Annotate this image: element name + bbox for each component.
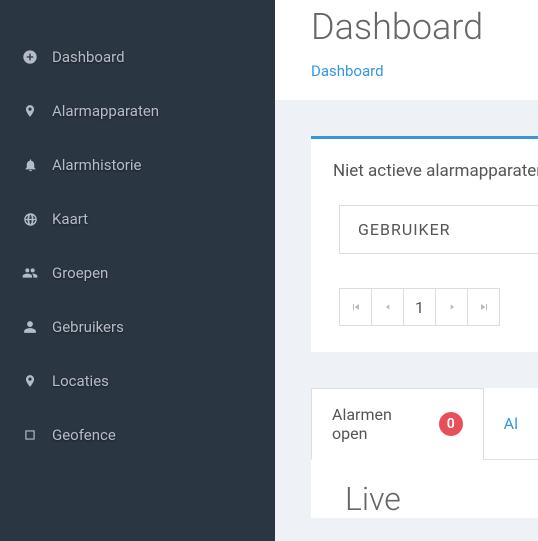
tab-label: Al (504, 414, 518, 433)
dashboard-icon (18, 49, 42, 65)
sidebar-item-alarmapparaten[interactable]: Alarmapparaten (0, 84, 275, 138)
sidebar-item-label: Dashboard (52, 48, 125, 66)
tab-content-heading: Live (311, 460, 538, 518)
sidebar: Dashboard Alarmapparaten Alarmhistorie K… (0, 0, 275, 541)
tab-secondary[interactable]: Al (484, 388, 538, 459)
sidebar-item-alarmhistorie[interactable]: Alarmhistorie (0, 138, 275, 192)
sidebar-item-label: Groepen (52, 264, 108, 282)
badge-count: 0 (439, 412, 463, 436)
sidebar-item-kaart[interactable]: Kaart (0, 192, 275, 246)
inactive-devices-card: Niet actieve alarmapparaten GEBRUIKER 1 (311, 136, 538, 352)
sidebar-item-label: Gebruikers (52, 318, 124, 336)
sidebar-item-gebruikers[interactable]: Gebruikers (0, 300, 275, 354)
sidebar-item-locaties[interactable]: Locaties (0, 354, 275, 408)
page-last-button[interactable] (467, 288, 500, 326)
alarms-card: Alarmen open 0 Al Live (311, 388, 538, 518)
pagination: 1 (339, 288, 538, 326)
tabs: Alarmen open 0 Al (311, 388, 538, 460)
card-title: Niet actieve alarmapparaten (311, 159, 538, 205)
page-title: Dashboard (311, 0, 538, 48)
page-prev-button[interactable] (371, 288, 404, 326)
sidebar-item-label: Kaart (52, 210, 88, 228)
page-next-button[interactable] (435, 288, 468, 326)
bell-icon (18, 157, 42, 173)
tab-alarmen-open[interactable]: Alarmen open 0 (311, 388, 484, 460)
sidebar-item-label: Alarmhistorie (52, 156, 141, 174)
tab-label: Alarmen open (332, 405, 431, 443)
sidebar-item-dashboard[interactable]: Dashboard (0, 30, 275, 84)
users-icon (18, 265, 42, 281)
page-first-button[interactable] (339, 288, 372, 326)
user-icon (18, 319, 42, 335)
sidebar-item-label: Locaties (52, 372, 109, 390)
sidebar-item-geofence[interactable]: Geofence (0, 408, 275, 462)
pin-icon (18, 373, 42, 389)
sidebar-item-label: Geofence (52, 426, 116, 444)
main-content: Dashboard Dashboard Niet actieve alarmap… (275, 0, 538, 541)
sidebar-item-label: Alarmapparaten (52, 102, 159, 120)
breadcrumb[interactable]: Dashboard (311, 62, 538, 80)
pin-icon (18, 103, 42, 119)
page-number[interactable]: 1 (403, 288, 436, 326)
table-column-header-gebruiker[interactable]: GEBRUIKER (339, 205, 538, 254)
square-icon (18, 428, 42, 442)
globe-icon (18, 212, 42, 227)
sidebar-item-groepen[interactable]: Groepen (0, 246, 275, 300)
main-header: Dashboard Dashboard (275, 0, 538, 100)
